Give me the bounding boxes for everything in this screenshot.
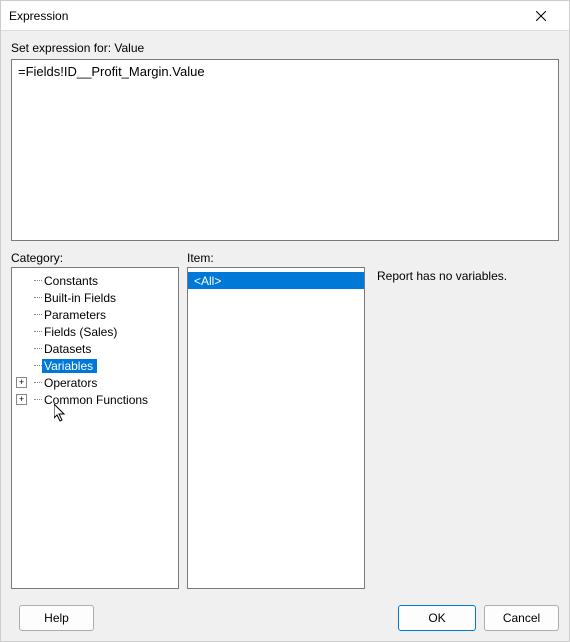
expander-spacer <box>16 309 27 320</box>
tree-connector-icon <box>30 323 42 340</box>
item-column: Item: <All> <box>187 251 365 589</box>
category-item-label: Common Functions <box>42 393 152 407</box>
item-label: Item: <box>187 251 365 265</box>
category-item[interactable]: Constants <box>12 272 178 289</box>
item-row[interactable]: <All> <box>188 272 364 289</box>
category-item-label: Variables <box>42 359 97 373</box>
tree-connector-icon <box>30 391 42 408</box>
category-list[interactable]: Constants Built-in Fields Parameters Fields… <box>11 267 179 589</box>
item-list[interactable]: <All> <box>187 267 365 589</box>
category-item-label: Operators <box>42 376 101 390</box>
expand-icon[interactable]: + <box>16 377 27 388</box>
help-button[interactable]: Help <box>19 605 94 631</box>
description-text: Report has no variables. <box>373 269 559 283</box>
category-item[interactable]: Datasets <box>12 340 178 357</box>
description-column: Report has no variables. <box>373 251 559 589</box>
tree-connector-icon <box>30 272 42 289</box>
category-item-label: Parameters <box>42 308 110 322</box>
expand-icon[interactable]: + <box>16 394 27 405</box>
category-item[interactable]: + Operators <box>12 374 178 391</box>
tree-connector-icon <box>30 340 42 357</box>
expander-spacer <box>16 275 27 286</box>
tree-connector-icon <box>30 306 42 323</box>
category-item[interactable]: Fields (Sales) <box>12 323 178 340</box>
close-button[interactable] <box>521 2 561 30</box>
category-label: Category: <box>11 251 179 265</box>
category-item-label: Constants <box>42 274 102 288</box>
ok-button[interactable]: OK <box>398 605 476 631</box>
lower-panels: Category: Constants Built-in Fields Parame… <box>11 251 559 589</box>
item-label: <All> <box>194 274 221 288</box>
dialog-content: Set expression for: Value Category: Cons… <box>1 31 569 599</box>
category-item[interactable]: Parameters <box>12 306 178 323</box>
window-title: Expression <box>9 9 521 23</box>
category-item-label: Built-in Fields <box>42 291 120 305</box>
cancel-button[interactable]: Cancel <box>484 605 559 631</box>
expander-spacer <box>16 292 27 303</box>
prompt-label: Set expression for: Value <box>11 41 559 55</box>
titlebar: Expression <box>1 1 569 31</box>
expander-spacer <box>16 360 27 371</box>
tree-connector-icon <box>30 289 42 306</box>
category-item[interactable]: Variables <box>12 357 178 374</box>
category-item-label: Datasets <box>42 342 95 356</box>
tree-connector-icon <box>30 357 42 374</box>
close-icon <box>536 11 546 21</box>
expression-input[interactable] <box>11 59 559 241</box>
expander-spacer <box>16 326 27 337</box>
category-item-label: Fields (Sales) <box>42 325 121 339</box>
category-item[interactable]: Built-in Fields <box>12 289 178 306</box>
expander-spacer <box>16 343 27 354</box>
tree-connector-icon <box>30 374 42 391</box>
button-row: Help OK Cancel <box>1 599 569 641</box>
category-column: Category: Constants Built-in Fields Parame… <box>11 251 179 589</box>
category-item[interactable]: + Common Functions <box>12 391 178 408</box>
